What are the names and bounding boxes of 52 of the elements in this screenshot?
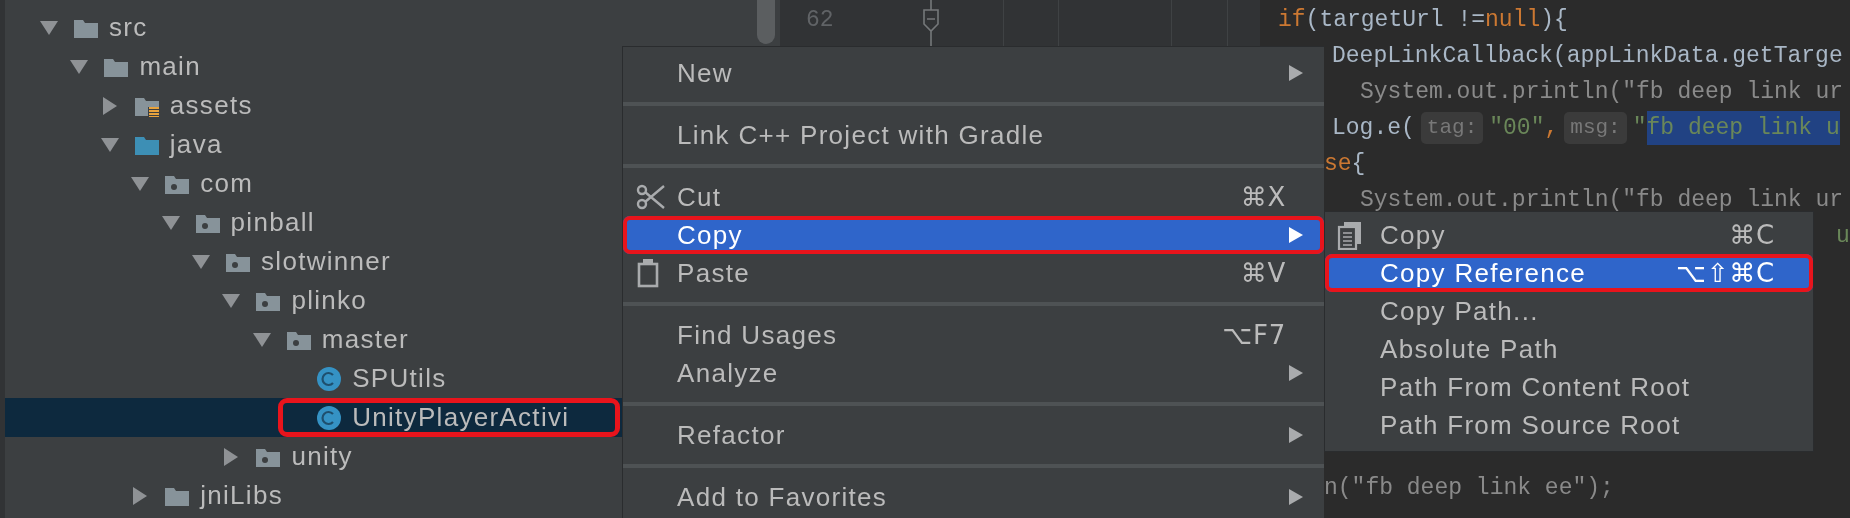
menu-item[interactable]: Analyze [623,354,1324,392]
submenu-item[interactable]: Path From Content Root [1325,368,1813,406]
keyboard-shortcut: ⌘C [1729,218,1775,252]
code-text: null [1485,5,1541,35]
code-text: DeepLinkCallback(appLinkData.getTarge [1332,41,1843,71]
expanded-arrow-icon [160,214,181,231]
scissors-icon [636,182,666,212]
fold-marker-icon [921,0,941,46]
code-text: if [1278,5,1306,35]
expanded-arrow-icon [221,292,242,309]
expanded-arrow-icon [69,58,90,75]
class-icon [316,404,343,431]
parameter-hint: msg: [1564,112,1627,144]
submenu-item[interactable]: Copy ⌘C [1325,216,1813,254]
parameter-hint: tag: [1420,112,1484,144]
expanded-arrow-icon [130,175,151,192]
code-text: " [1632,113,1647,143]
code-text: n("fb deep link ee"); [1324,473,1614,503]
code-text: { [1351,149,1366,179]
code-text: ){ [1540,5,1568,35]
scrollbar-thumb[interactable] [757,0,775,44]
code-text: , [1544,113,1559,143]
menu-item[interactable]: Copy [623,216,1324,254]
code-text: u [1836,221,1850,251]
clipboard-icon [636,258,660,288]
expanded-arrow-icon [99,136,120,153]
submenu-item[interactable]: Path From Source Root [1325,406,1813,444]
keyboard-shortcut: ⌥⇧⌘C [1675,256,1775,290]
keyboard-shortcut: ⌘V [1240,256,1286,290]
submenu-item[interactable]: Copy Reference ⌥⇧⌘C [1325,254,1813,292]
expanded-arrow-icon [39,19,59,36]
submenu-item[interactable]: Absolute Path [1325,330,1813,368]
menu-item[interactable]: Add to Favorites [623,478,1324,516]
expanded-arrow-icon [191,253,211,270]
code-text: Log.e( [1332,113,1415,143]
menu-item[interactable]: Cut ⌘X [623,178,1324,216]
collapsed-arrow-icon [101,95,118,116]
code-text: "00" [1489,113,1545,143]
collapsed-arrow-icon [223,446,240,467]
class-icon [316,365,343,392]
code-text: System.out.println("fb deep link ur [1360,77,1844,107]
collapsed-arrow-icon [132,485,149,506]
code-text: se [1324,149,1352,179]
expanded-arrow-icon [251,331,272,348]
copy-icon [1337,220,1363,250]
code-text: (targetUrl != [1305,5,1486,35]
code-text: System.out.println("fb deep link ur [1360,185,1844,215]
tree-item[interactable]: src [5,8,780,47]
code-text: fb deep link u [1646,110,1840,146]
keyboard-shortcut: ⌥F7 [1222,318,1286,352]
submenu-item[interactable]: Copy Path... [1325,292,1813,330]
keyboard-shortcut: ⌘X [1240,180,1286,214]
